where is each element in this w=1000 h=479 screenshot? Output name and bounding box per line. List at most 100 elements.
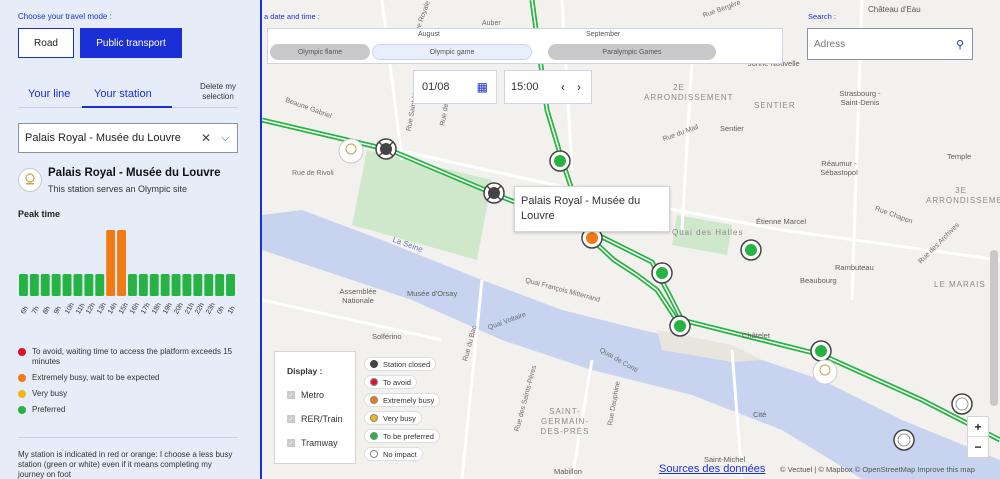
search-input[interactable]: Adress ⚲: [807, 28, 973, 60]
olympic-site-marker: [812, 359, 838, 385]
peak-time-bar: [40, 274, 50, 296]
zoom-in-button[interactable]: +: [968, 417, 988, 437]
map-legend-text: To be preferred: [383, 431, 434, 441]
display-filter-panel: Display : ✓ Metro ✓ RER/Train ✓ Tramway: [274, 351, 356, 464]
check-icon: ✓: [287, 415, 295, 423]
peak-time-title: Peak time: [18, 209, 61, 219]
chevron-right-icon[interactable]: ›: [577, 80, 581, 94]
station-closed-marker: [375, 138, 397, 160]
peak-time-chart: [19, 230, 235, 296]
metro-checkbox[interactable]: ✓ Metro: [287, 390, 324, 400]
scrollbar[interactable]: [990, 250, 998, 406]
peak-time-tick-label: 6h: [20, 305, 30, 316]
peak-time-bar: [226, 274, 235, 296]
status-dot-icon: [370, 396, 378, 404]
map-legend-text: Very busy: [383, 413, 416, 423]
legend-dot-icon: [18, 374, 26, 382]
delete-selection-button[interactable]: Delete my selection: [196, 82, 240, 102]
map-legend-text: Station closed: [383, 359, 431, 369]
metro-label: Strasbourg - Saint-Denis: [839, 89, 881, 107]
date-input[interactable]: 01/08 ▦: [413, 70, 497, 104]
chevron-down-icon[interactable]: ⌵: [221, 133, 229, 144]
peak-time-bar: [171, 274, 181, 296]
status-dot-icon: [370, 432, 378, 440]
map-attribution[interactable]: © Vectuel | © Mapbox © OpenStreetMap Imp…: [780, 465, 975, 474]
peak-time-tick-label: 14h: [107, 301, 120, 316]
paralympic-games-period[interactable]: Paralympic Games: [548, 44, 716, 60]
peak-time-tick-label: 20h: [172, 301, 185, 316]
calendar-icon[interactable]: ▦: [477, 80, 488, 94]
legend-item: Preferred: [18, 405, 240, 415]
tab-your-line[interactable]: Your line: [28, 88, 70, 100]
metro-label: Sentier: [720, 124, 744, 133]
clear-icon[interactable]: ✕: [201, 131, 211, 145]
peak-time-bar: [62, 274, 72, 296]
display-title: Display :: [287, 366, 323, 376]
station-subtitle: This station serves an Olympic site: [48, 184, 188, 194]
metro-label: Musée d'Orsay: [407, 289, 458, 298]
peak-time-bar: [193, 274, 203, 296]
station-closed-icon: [370, 360, 378, 368]
station-marker-green: [810, 340, 832, 362]
peak-time-bar: [117, 230, 126, 296]
metro-label: Réaumur - Sébastopol: [820, 159, 858, 177]
peak-time-tick-label: 12h: [85, 301, 98, 316]
peak-time-tick-label: 0h: [216, 305, 227, 316]
olympic-logo-icon: [18, 168, 42, 192]
status-dot-icon: [370, 378, 378, 386]
station-title: Palais Royal - Musée du Louvre: [48, 167, 221, 179]
map-legend-text: Extremely busy: [383, 395, 435, 405]
legend-dot-icon: [18, 406, 26, 414]
peak-time-bar: [84, 274, 94, 296]
peak-time-tick-label: 18h: [150, 301, 163, 316]
street-label: Château d'Eau: [868, 5, 921, 14]
metro-label: Temple: [947, 152, 972, 161]
check-icon: ✓: [287, 391, 295, 399]
road-mode-button[interactable]: Road: [18, 28, 74, 58]
sidebar-panel: Choose your travel mode : Road Public tr…: [0, 0, 262, 479]
peak-time-tick-label: 23h: [205, 301, 218, 316]
legend-text: Very busy: [32, 389, 68, 398]
metro-label: Assemblée Nationale: [339, 287, 377, 305]
time-value: 15:00: [511, 81, 539, 93]
date-value: 01/08: [422, 81, 450, 93]
metro-label: Étienne Marcel: [756, 217, 807, 226]
tramway-checkbox[interactable]: ✓ Tramway: [287, 438, 338, 448]
map-legend: Station closed To avoid Extremely busy Very…: [364, 357, 450, 465]
olympic-site-marker: [338, 138, 364, 164]
street-label: Auber: [482, 20, 501, 27]
legend-text: Extremely busy, wait to be expected: [32, 373, 160, 382]
data-sources-link[interactable]: Sources des données: [659, 463, 765, 475]
peak-time-tick-label: 1h: [227, 305, 238, 316]
status-dot-icon: [370, 450, 378, 458]
metro-label: Solférino: [372, 332, 402, 341]
public-transport-mode-button[interactable]: Public transport: [80, 28, 182, 58]
station-hint-text: My station is indicated in red or orange…: [18, 450, 233, 479]
date-time-label: a date and time :: [264, 12, 320, 21]
peak-time-tick-label: 16h: [129, 301, 141, 316]
olympic-game-period[interactable]: Olympic game: [372, 44, 532, 60]
peak-time-tick-label: 22h: [194, 301, 207, 316]
chevron-left-icon[interactable]: ‹: [561, 80, 565, 94]
map-legend-item: To be preferred: [364, 429, 440, 443]
station-select[interactable]: Palais Royal - Musée du Louvre ✕ ⌵: [18, 123, 238, 153]
map-legend-item: To avoid: [364, 375, 417, 389]
search-icon[interactable]: ⚲: [956, 38, 964, 51]
tab-your-station[interactable]: Your station: [94, 88, 152, 100]
zoom-out-button[interactable]: −: [968, 437, 988, 457]
olympic-flame-period[interactable]: Olympic flame: [270, 44, 370, 60]
zoom-control: + −: [967, 416, 989, 458]
peak-time-tick-label: 8h: [41, 305, 52, 316]
rer-train-checkbox[interactable]: ✓ RER/Train: [287, 414, 343, 424]
peak-time-tick-label: 13h: [96, 301, 109, 316]
peak-time-bar: [51, 274, 61, 296]
peak-time-tick-label: 19h: [161, 301, 174, 316]
peak-time-bar: [95, 274, 105, 296]
peak-time-bar: [215, 274, 225, 296]
metro-label: Cité: [753, 410, 767, 419]
district-label: SENTIER: [754, 101, 796, 110]
legend-item: Very busy: [18, 389, 240, 399]
peak-time-bar: [19, 274, 28, 296]
time-input[interactable]: 15:00 ‹ ›: [504, 70, 592, 104]
busyness-legend: To avoid, waiting time to access the pla…: [18, 347, 240, 421]
